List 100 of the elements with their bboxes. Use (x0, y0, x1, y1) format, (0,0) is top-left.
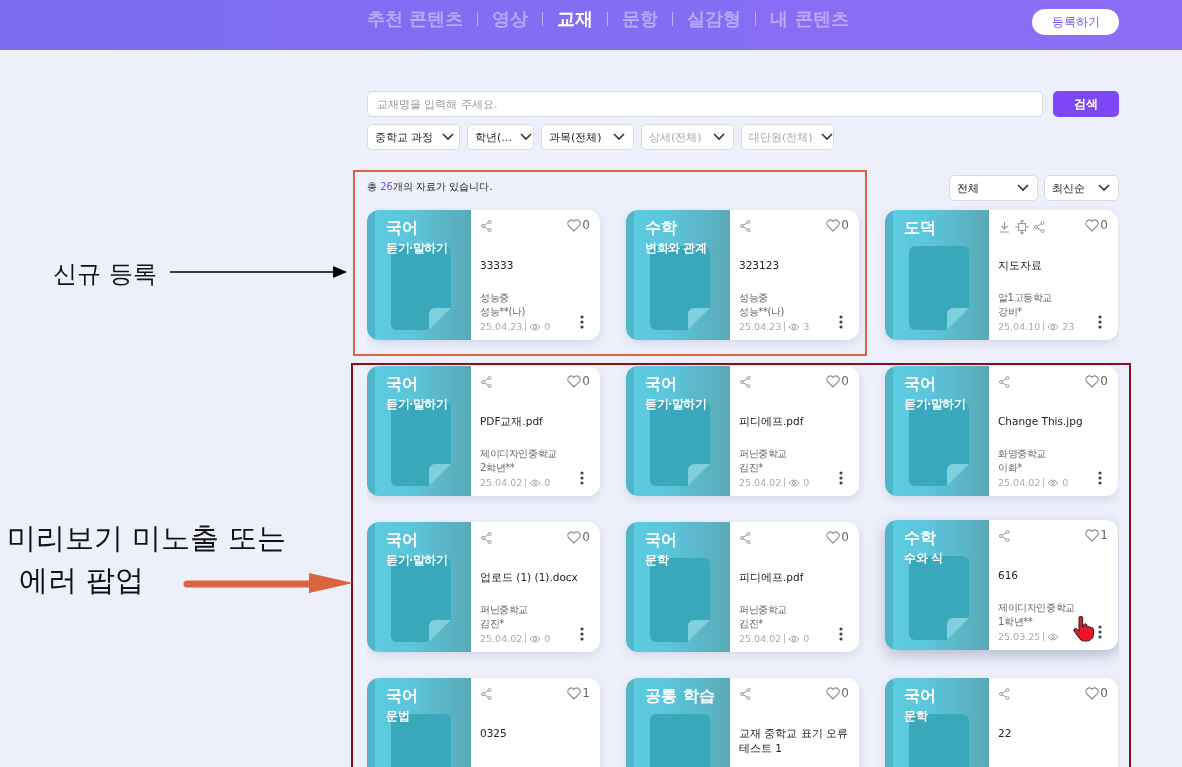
author-name: 김진* (739, 617, 763, 631)
heart-icon[interactable] (826, 218, 841, 232)
material-title: 지도자료 (998, 258, 1043, 273)
material-card[interactable]: 도덕 0 지도자료 알1고등학교 강비* 25.04.10 23 (885, 210, 1118, 340)
heart-icon[interactable] (826, 686, 841, 700)
more-options-icon[interactable] (839, 471, 843, 485)
like-count: 1 (1100, 528, 1108, 542)
view-count: 3 (803, 321, 810, 332)
more-options-icon[interactable] (839, 627, 843, 641)
search-field[interactable]: 교재명을 입력해 주세요. (367, 91, 1043, 117)
upload-date: 25.04.02 (998, 477, 1041, 488)
heart-icon[interactable] (1085, 218, 1100, 232)
topic-label: 듣기·말하기 (645, 397, 707, 412)
share-icon[interactable] (481, 532, 492, 544)
author-name: 강비* (998, 305, 1022, 319)
like-count: 0 (841, 374, 849, 388)
material-title: 피디에프.pdf (739, 570, 805, 585)
material-card[interactable]: 국어 듣기·말하기 0 업로드 (1) (1).docx 퍼닌중학교 김진* 25.04.02 0 (367, 522, 600, 652)
material-card[interactable]: 국어 문학 0 피디에프.pdf 퍼닌중학교 김진* 25.04.02 0 (626, 522, 859, 652)
annotation-label: 신규 등록 (53, 259, 157, 290)
topic-label: 듣기·말하기 (904, 397, 966, 412)
share-icon[interactable] (1034, 221, 1045, 233)
more-options-icon[interactable] (1098, 315, 1102, 329)
heart-icon[interactable] (567, 530, 582, 544)
more-options-icon[interactable] (580, 627, 584, 641)
material-card[interactable]: 국어 문법 1 0325 (367, 678, 600, 767)
heart-icon[interactable] (567, 686, 582, 700)
sort-dropdown[interactable]: 전체 (949, 175, 1038, 201)
share-icon[interactable] (481, 688, 492, 700)
heart-icon[interactable] (826, 530, 841, 544)
like-count: 0 (582, 218, 590, 232)
heart-icon[interactable] (826, 374, 841, 388)
topic-label: 문학 (645, 553, 668, 568)
material-card[interactable]: 국어 문학 0 22 (885, 678, 1118, 767)
author-name: 2학년** (480, 461, 515, 475)
share-icon[interactable] (740, 688, 751, 700)
topic-label: 수와 식 (904, 551, 942, 566)
upload-date: 25.04.02 (480, 477, 523, 488)
sort-dropdown[interactable]: 최신순 (1044, 175, 1119, 201)
nav-tab[interactable]: 교재 (557, 6, 594, 32)
more-options-icon[interactable] (580, 471, 584, 485)
filter-dropdown[interactable]: 중학교 과정 (367, 124, 460, 150)
view-count: 23 (1062, 321, 1075, 332)
heart-icon[interactable] (1085, 686, 1100, 700)
hand-cursor-icon (1072, 616, 1094, 642)
like-count: 0 (1100, 218, 1108, 232)
author-name: 이화* (998, 461, 1022, 475)
eye-icon (788, 478, 801, 487)
topic-label: 듣기·말하기 (386, 397, 448, 412)
school-name: 퍼닌중학교 (739, 603, 787, 617)
eye-icon (529, 634, 542, 643)
heart-icon[interactable] (1085, 374, 1100, 388)
subject-label: 국어 (645, 530, 677, 551)
more-options-icon[interactable] (1098, 471, 1102, 485)
view-count: 0 (803, 633, 810, 644)
material-card[interactable]: 수학 수와 식 1 616 제이디자인중학교 1학년** 25.03.25 (885, 520, 1118, 650)
move-icon[interactable] (1015, 220, 1029, 234)
author-name: 김진* (480, 617, 504, 631)
upload-date: 25.04.02 (480, 633, 523, 644)
like-count: 0 (1100, 374, 1108, 388)
share-icon[interactable] (740, 220, 751, 232)
school-name: 퍼닌중학교 (480, 603, 528, 617)
share-icon[interactable] (740, 532, 751, 544)
more-options-icon[interactable] (1098, 625, 1102, 639)
material-card[interactable]: 국어 듣기·말하기 0 피디에프.pdf 퍼닌중학교 김진* 25.04.02 0 (626, 366, 859, 496)
chevron-down-icon (613, 133, 625, 141)
school-name: 제이디자인중학교 (480, 447, 557, 461)
eye-icon (529, 322, 542, 331)
heart-icon[interactable] (567, 218, 582, 232)
more-options-icon[interactable] (839, 315, 843, 329)
subject-label: 국어 (386, 218, 418, 239)
subject-label: 국어 (386, 530, 418, 551)
material-card[interactable]: 수학 변화와 관계 0 323123 성능중 성능**(나) 25.04.23 3 (626, 210, 859, 340)
material-card[interactable]: 공통 학습 0 교재 중학교 표기 오류 테스트 1 (626, 678, 859, 767)
heart-icon[interactable] (567, 374, 582, 388)
search-button[interactable]: 검색 (1053, 91, 1119, 117)
subject-label: 국어 (386, 686, 418, 707)
more-options-icon[interactable] (580, 315, 584, 329)
filter-dropdown[interactable]: 학년(… (467, 124, 534, 150)
material-card[interactable]: 국어 듣기·말하기 0 PDF교재.pdf 제이디자인중학교 2학년** 25.04.02 0 (367, 366, 600, 496)
heart-icon[interactable] (1085, 528, 1100, 542)
author-name: 김진* (739, 461, 763, 475)
school-name: 성능중 (739, 291, 768, 305)
material-card[interactable]: 국어 듣기·말하기 0 Change This.jpg 화영중학교 이화* 25.04.02 0 (885, 366, 1118, 496)
share-icon[interactable] (740, 376, 751, 388)
document-icon (909, 246, 969, 330)
share-icon[interactable] (999, 376, 1010, 388)
eye-icon (788, 634, 801, 643)
view-count: 0 (803, 477, 810, 488)
chevron-down-icon (820, 133, 833, 141)
share-icon[interactable] (999, 688, 1010, 700)
author-name: 성능**(나) (739, 305, 784, 319)
view-count: 0 (544, 321, 551, 332)
register-button[interactable]: 등록하기 (1032, 9, 1119, 35)
share-icon[interactable] (481, 220, 492, 232)
share-icon[interactable] (481, 376, 492, 388)
download-icon[interactable] (999, 221, 1010, 233)
share-icon[interactable] (999, 530, 1010, 542)
filter-dropdown[interactable]: 과목(전체) (541, 124, 634, 150)
material-card[interactable]: 국어 듣기·말하기 0 33333 성능중 성능**(나) 25.04.23 0 (367, 210, 600, 340)
